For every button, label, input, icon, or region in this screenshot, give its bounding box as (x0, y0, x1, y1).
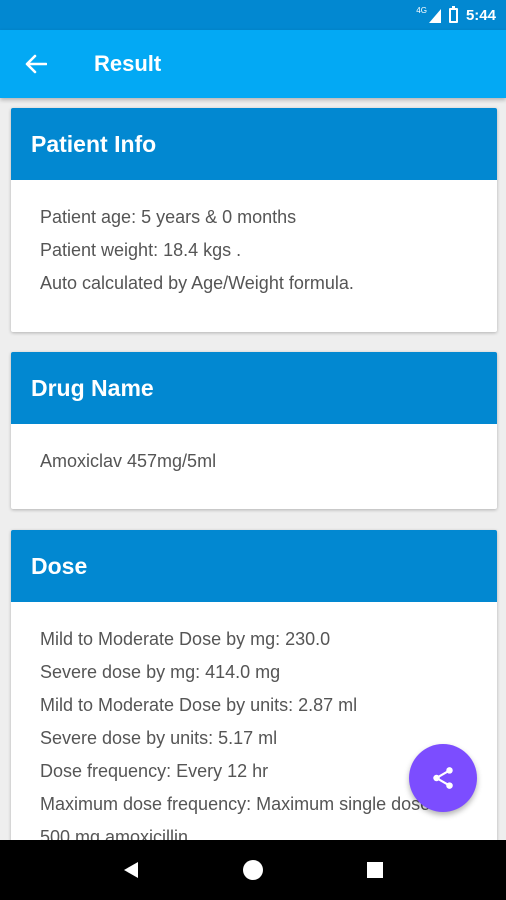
card-body: Amoxiclav 457mg/5ml (11, 424, 497, 478)
severe-dose-mg-text: Severe dose by mg: 414.0 mg (40, 662, 281, 682)
max-dose-continuation-text: 500 mg amoxicillin (40, 827, 189, 840)
max-dose-frequency-text: Maximum dose frequency: Maximum single d… (40, 794, 436, 814)
page-title: Result (94, 51, 162, 76)
mild-dose-units-text: Mild to Moderate Dose by units: 2.87 ml (40, 695, 358, 715)
nav-recents-button[interactable] (355, 850, 395, 890)
battery-icon (448, 5, 458, 23)
nav-back-button[interactable] (111, 850, 151, 890)
severe-dose-units-text: Severe dose by units: 5.17 ml (40, 728, 278, 748)
app-bar: Result (0, 30, 506, 98)
card-header: Dose (11, 530, 497, 602)
card-header: Drug Name (11, 352, 497, 424)
card-body: Patient age: 5 years & 0 months Patient … (11, 180, 497, 300)
signal-indicator: 4G (416, 7, 441, 23)
network-type-label: 4G (416, 6, 427, 15)
drug-name-text: Amoxiclav 457mg/5ml (40, 451, 217, 471)
clock: 5:44 (465, 6, 496, 24)
dose-frequency-text: Dose frequency: Every 12 hr (40, 761, 269, 781)
back-button[interactable] (18, 46, 54, 82)
card-header: Patient Info (11, 108, 497, 180)
share-icon (433, 767, 453, 789)
triangle-back-icon (124, 862, 138, 878)
system-navigation-bar (0, 840, 506, 900)
patient-info-card: Patient Info Patient age: 5 years & 0 mo… (11, 108, 497, 332)
share-button[interactable] (409, 744, 477, 812)
result-content[interactable]: Patient Info Patient age: 5 years & 0 mo… (0, 98, 506, 840)
status-bar: 4G 5:44 (0, 0, 506, 30)
square-recents-icon (367, 862, 383, 878)
patient-age-text: Patient age: 5 years & 0 months (40, 207, 297, 227)
mild-dose-mg-text: Mild to Moderate Dose by mg: 230.0 (40, 629, 331, 649)
arrow-left-icon (25, 54, 47, 74)
nav-home-button[interactable] (233, 850, 273, 890)
circle-home-icon (243, 860, 263, 880)
patient-weight-text: Patient weight: 18.4 kgs . (40, 240, 242, 260)
calculation-method-text: Auto calculated by Age/Weight formula. (40, 273, 354, 293)
drug-name-card: Drug Name Amoxiclav 457mg/5ml (11, 352, 497, 509)
signal-icon (428, 9, 441, 23)
